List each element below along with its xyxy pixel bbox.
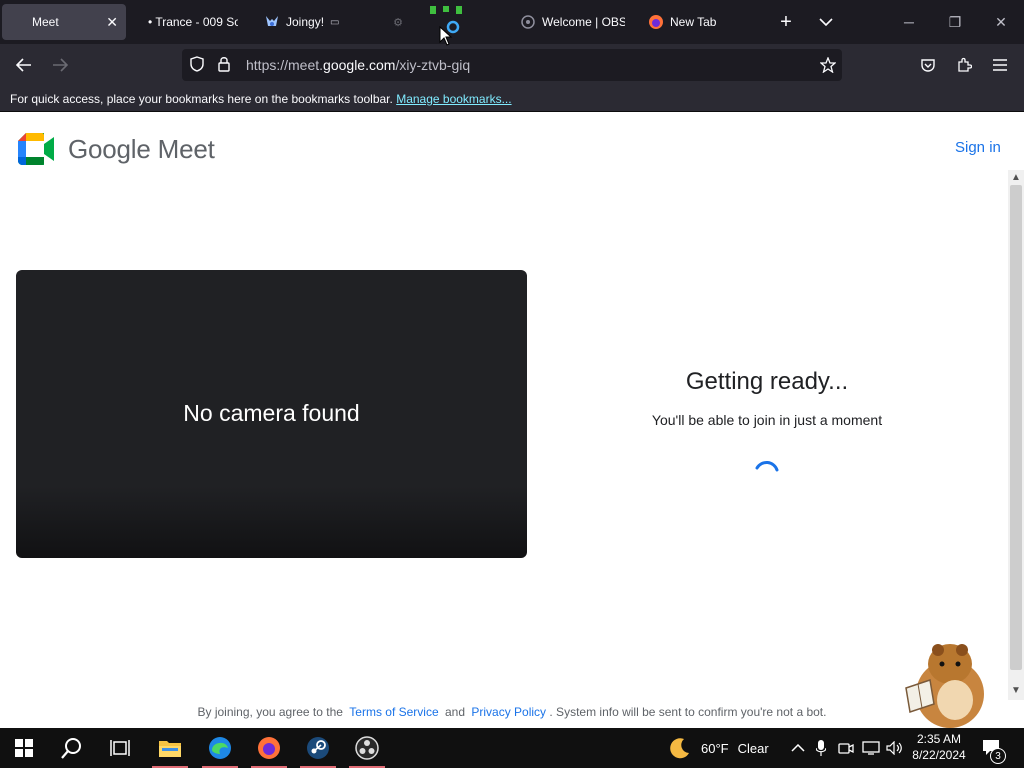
windows-logo-icon — [15, 739, 33, 757]
pocket-icon — [921, 59, 935, 72]
getting-ready-title: Getting ready... — [685, 368, 849, 395]
windows-taskbar: 60°F Clear 2:35 AM 8/22/2024 3 — [0, 728, 1024, 768]
back-arrow-icon — [16, 58, 31, 72]
steam-button[interactable] — [294, 728, 342, 768]
tab-joingy[interactable]: Joingy! ▭ — [254, 4, 364, 40]
folder-icon — [159, 741, 181, 757]
tab-title: Meet — [32, 15, 59, 29]
no-camera-message: No camera found — [183, 399, 360, 426]
footer-text: and — [444, 705, 466, 719]
tab-title: • Trance - 009 So — [148, 15, 238, 29]
tab-favicon-icon: ⚙ — [393, 16, 403, 29]
steam-icon — [307, 737, 329, 759]
playing-indicator-icon: ▭ — [330, 16, 340, 28]
close-window-button[interactable]: ✕ — [978, 0, 1024, 44]
forward-arrow-icon — [53, 58, 68, 72]
pocket-button[interactable] — [913, 50, 943, 80]
hamburger-menu-icon — [993, 59, 1007, 71]
privacy-policy-link[interactable]: Privacy Policy — [471, 705, 546, 719]
notification-center-button[interactable]: 3 — [982, 728, 1006, 768]
terms-of-service-link[interactable]: Terms of Service — [349, 705, 438, 719]
tab-title: New Tab — [670, 15, 717, 29]
footer-text: . System info will be sent to confirm yo… — [549, 705, 827, 719]
tab-trance[interactable]: • Trance - 009 So — [138, 4, 248, 40]
restore-button[interactable]: ❐ — [932, 0, 978, 44]
scroll-up-arrow-icon[interactable]: ▲ — [1008, 170, 1024, 184]
tab-new-tab[interactable]: New Tab — [638, 4, 763, 40]
forward-button[interactable] — [45, 50, 75, 80]
moon-icon — [670, 738, 689, 759]
url-text[interactable]: https://meet.google.com/xiy-ztvb-giq — [246, 57, 470, 73]
getting-ready-subtitle: You'll be able to join in just a moment — [651, 412, 883, 428]
volume-tray-icon[interactable] — [886, 728, 904, 768]
obs-icon — [355, 736, 379, 760]
obs-favicon-icon — [520, 14, 536, 30]
bookmarks-hint-text: For quick access, place your bookmarks h… — [10, 92, 393, 106]
start-button[interactable] — [0, 728, 48, 768]
tab-meet[interactable]: Meet ✕ — [2, 4, 126, 40]
google-meet-logo[interactable]: Google Meet — [18, 133, 215, 165]
puzzle-icon — [958, 57, 972, 72]
meet-page: Google Meet Sign in No camera found Gett… — [0, 113, 1008, 728]
chevron-up-icon — [791, 744, 805, 752]
notification-count-badge: 3 — [990, 748, 1006, 764]
clock-date: 8/22/2024 — [912, 748, 966, 762]
lock-icon[interactable] — [218, 56, 232, 75]
firefox-icon — [258, 737, 280, 759]
logo-text: Google Meet — [68, 133, 215, 164]
clock-time: 2:35 AM — [916, 732, 962, 746]
camera-tray-icon[interactable] — [838, 728, 854, 768]
scrollbar-thumb[interactable] — [1010, 185, 1022, 670]
extensions-button[interactable] — [949, 50, 979, 80]
task-view-button[interactable] — [96, 728, 144, 768]
terms-footer: By joining, you agree to the Terms of Se… — [0, 705, 1024, 719]
tab-title: Joingy! — [286, 15, 325, 29]
scroll-down-arrow-icon[interactable]: ▼ — [1008, 683, 1024, 697]
browser-tab-strip: Meet ✕ • Trance - 009 So Joingy! ▭ ⚙ Wel… — [0, 0, 1024, 44]
chevron-down-icon — [819, 18, 833, 26]
back-button[interactable] — [9, 50, 39, 80]
loading-spinner-icon — [755, 461, 779, 472]
edge-browser-icon — [209, 737, 231, 759]
hamster-reading-overlay — [905, 644, 984, 728]
file-explorer-button[interactable] — [146, 728, 194, 768]
weather-widget[interactable]: 60°F Clear — [668, 728, 769, 768]
sign-in-button[interactable]: Sign in — [955, 139, 1001, 156]
camera-preview: No camera found — [16, 270, 527, 558]
manage-bookmarks-link[interactable]: Manage bookmarks... — [396, 92, 511, 106]
minimize-button[interactable]: ─ — [886, 0, 932, 44]
tab-title: Welcome | OBS — [542, 15, 625, 29]
url-bar[interactable]: https://meet.google.com/xiy-ztvb-giq — [182, 49, 842, 81]
system-clock[interactable]: 2:35 AM 8/22/2024 — [905, 731, 973, 763]
search-icon — [61, 738, 81, 759]
list-all-tabs-button[interactable] — [803, 0, 849, 44]
menu-button[interactable] — [985, 50, 1015, 80]
joingy-favicon-icon — [264, 14, 280, 30]
edge-button[interactable] — [196, 728, 244, 768]
navigation-toolbar: https://meet.google.com/xiy-ztvb-giq — [0, 44, 1024, 86]
weather-condition: Clear — [737, 740, 769, 756]
task-view-icon — [110, 740, 130, 756]
footer-text: By joining, you agree to the — [197, 705, 343, 719]
search-button[interactable] — [48, 728, 96, 768]
tracking-protection-shield-icon[interactable] — [190, 55, 206, 75]
bookmark-star-icon[interactable] — [819, 56, 837, 76]
network-tray-icon[interactable] — [862, 728, 880, 768]
firefox-button[interactable] — [245, 728, 293, 768]
close-tab-icon[interactable]: ✕ — [106, 14, 118, 31]
microphone-tray-icon[interactable] — [816, 728, 826, 768]
show-hidden-icons-button[interactable] — [791, 728, 805, 768]
loading-green-icon — [430, 6, 462, 21]
meet-camera-logo-icon — [18, 133, 54, 165]
tab-obs[interactable]: Welcome | OBS — [510, 4, 635, 40]
mouse-cursor-icon — [439, 26, 453, 46]
obs-button[interactable] — [343, 728, 391, 768]
bookmarks-toolbar: For quick access, place your bookmarks h… — [0, 86, 1024, 112]
weather-temperature: 60°F — [701, 740, 729, 756]
firefox-favicon-icon — [648, 14, 664, 30]
